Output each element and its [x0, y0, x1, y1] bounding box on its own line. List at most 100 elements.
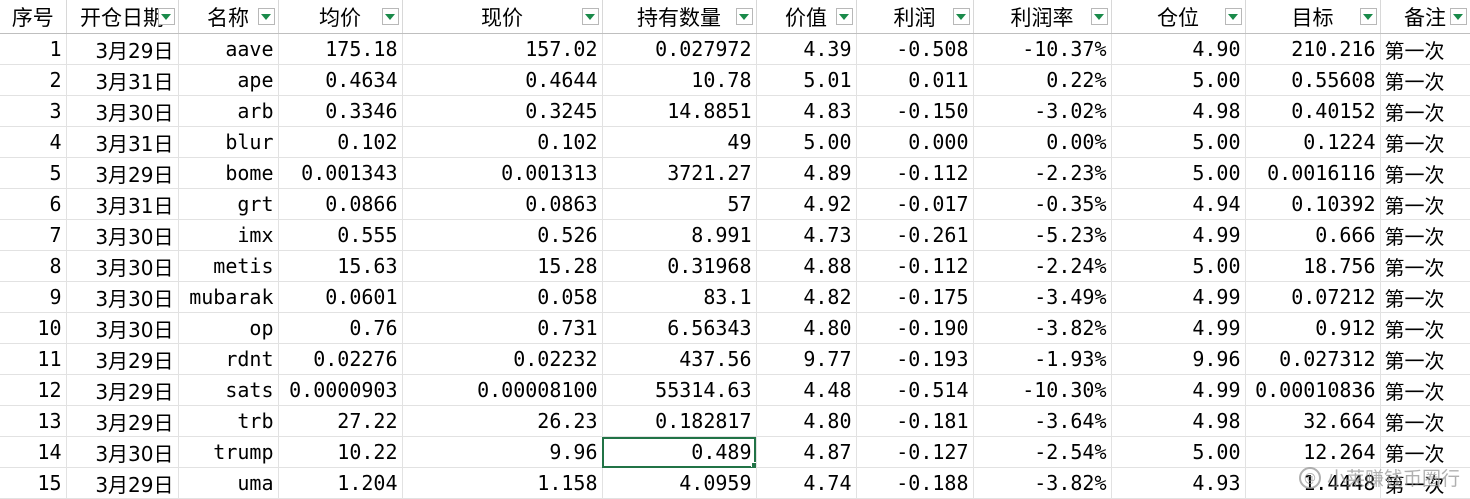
cell-note[interactable]: 第一次: [1380, 157, 1470, 189]
column-header-profit-rate[interactable]: 利润率: [973, 0, 1112, 34]
cell-profit-rate[interactable]: -3.64%: [973, 405, 1112, 437]
filter-dropdown-button[interactable]: [1359, 8, 1377, 25]
cell-index[interactable]: 6: [0, 188, 67, 220]
filter-dropdown-button[interactable]: [257, 8, 275, 25]
cell-value[interactable]: 4.39: [756, 33, 857, 65]
cell-avg-price[interactable]: 0.102: [278, 126, 403, 158]
cell-profit-rate[interactable]: -0.35%: [973, 188, 1112, 220]
cell-profit-rate[interactable]: -3.82%: [973, 312, 1112, 344]
cell-index[interactable]: 11: [0, 343, 67, 375]
cell-note[interactable]: 第一次: [1380, 95, 1470, 127]
cell-quantity[interactable]: 8.991: [602, 219, 757, 251]
cell-profit-rate[interactable]: -2.24%: [973, 250, 1112, 282]
cell-index[interactable]: 2: [0, 64, 67, 96]
filter-dropdown-button[interactable]: [381, 8, 399, 25]
cell-quantity[interactable]: 0.182817: [602, 405, 757, 437]
cell-note[interactable]: 第一次: [1380, 436, 1470, 468]
cell-index[interactable]: 4: [0, 126, 67, 158]
cell-profit[interactable]: -0.112: [856, 250, 974, 282]
cell-value[interactable]: 4.80: [756, 312, 857, 344]
cell-quantity[interactable]: 3721.27: [602, 157, 757, 189]
cell-avg-price[interactable]: 175.18: [278, 33, 403, 65]
cell-position[interactable]: 4.99: [1111, 312, 1246, 344]
filter-dropdown-button[interactable]: [157, 8, 175, 25]
cell-target[interactable]: 12.264: [1245, 436, 1381, 468]
cell-name[interactable]: arb: [178, 95, 279, 127]
cell-target[interactable]: 0.10392: [1245, 188, 1381, 220]
cell-target[interactable]: 0.912: [1245, 312, 1381, 344]
cell-avg-price[interactable]: 0.0601: [278, 281, 403, 313]
cell-target[interactable]: 18.756: [1245, 250, 1381, 282]
cell-quantity[interactable]: 83.1: [602, 281, 757, 313]
cell-profit[interactable]: -0.190: [856, 312, 974, 344]
cell-current-price[interactable]: 1.158: [402, 467, 603, 499]
cell-profit[interactable]: -0.188: [856, 467, 974, 499]
column-header-value[interactable]: 价值: [756, 0, 857, 34]
cell-open-date[interactable]: 3月30日: [66, 219, 179, 251]
cell-position[interactable]: 5.00: [1111, 436, 1246, 468]
cell-profit[interactable]: 0.000: [856, 126, 974, 158]
cell-avg-price[interactable]: 15.63: [278, 250, 403, 282]
cell-current-price[interactable]: 0.102: [402, 126, 603, 158]
cell-index[interactable]: 13: [0, 405, 67, 437]
cell-current-price[interactable]: 0.0863: [402, 188, 603, 220]
cell-quantity[interactable]: 0.489: [602, 436, 757, 468]
filter-dropdown-button[interactable]: [1224, 8, 1242, 25]
cell-profit-rate[interactable]: -1.93%: [973, 343, 1112, 375]
cell-profit-rate[interactable]: -10.30%: [973, 374, 1112, 406]
cell-open-date[interactable]: 3月31日: [66, 188, 179, 220]
column-header-avg-price[interactable]: 均价: [278, 0, 403, 34]
cell-index[interactable]: 12: [0, 374, 67, 406]
cell-name[interactable]: trump: [178, 436, 279, 468]
cell-avg-price[interactable]: 27.22: [278, 405, 403, 437]
cell-position[interactable]: 4.99: [1111, 374, 1246, 406]
cell-profit[interactable]: -0.150: [856, 95, 974, 127]
cell-note[interactable]: 第一次: [1380, 374, 1470, 406]
cell-name[interactable]: bome: [178, 157, 279, 189]
cell-avg-price[interactable]: 0.0866: [278, 188, 403, 220]
cell-quantity[interactable]: 437.56: [602, 343, 757, 375]
cell-target[interactable]: 32.664: [1245, 405, 1381, 437]
cell-position[interactable]: 4.93: [1111, 467, 1246, 499]
cell-name[interactable]: rdnt: [178, 343, 279, 375]
cell-name[interactable]: ape: [178, 64, 279, 96]
cell-avg-price[interactable]: 1.204: [278, 467, 403, 499]
cell-profit-rate[interactable]: -5.23%: [973, 219, 1112, 251]
cell-note[interactable]: 第一次: [1380, 405, 1470, 437]
cell-profit-rate[interactable]: -3.02%: [973, 95, 1112, 127]
cell-avg-price[interactable]: 0.0000903: [278, 374, 403, 406]
cell-value[interactable]: 5.01: [756, 64, 857, 96]
cell-current-price[interactable]: 26.23: [402, 405, 603, 437]
cell-value[interactable]: 4.88: [756, 250, 857, 282]
cell-index[interactable]: 3: [0, 95, 67, 127]
cell-value[interactable]: 4.82: [756, 281, 857, 313]
cell-profit[interactable]: -0.508: [856, 33, 974, 65]
column-header-profit[interactable]: 利润: [856, 0, 974, 34]
cell-avg-price[interactable]: 0.001343: [278, 157, 403, 189]
cell-profit[interactable]: -0.514: [856, 374, 974, 406]
cell-position[interactable]: 4.99: [1111, 219, 1246, 251]
cell-current-price[interactable]: 15.28: [402, 250, 603, 282]
cell-open-date[interactable]: 3月29日: [66, 157, 179, 189]
cell-position[interactable]: 4.98: [1111, 95, 1246, 127]
cell-quantity[interactable]: 0.027972: [602, 33, 757, 65]
cell-note[interactable]: 第一次: [1380, 312, 1470, 344]
cell-profit-rate[interactable]: -3.82%: [973, 467, 1112, 499]
cell-position[interactable]: 4.99: [1111, 281, 1246, 313]
column-header-target[interactable]: 目标: [1245, 0, 1381, 34]
cell-current-price[interactable]: 0.526: [402, 219, 603, 251]
cell-open-date[interactable]: 3月30日: [66, 312, 179, 344]
cell-target[interactable]: 0.40152: [1245, 95, 1381, 127]
column-header-name[interactable]: 名称: [178, 0, 279, 34]
cell-position[interactable]: 4.94: [1111, 188, 1246, 220]
cell-current-price[interactable]: 0.731: [402, 312, 603, 344]
cell-name[interactable]: uma: [178, 467, 279, 499]
cell-target[interactable]: 0.0016116: [1245, 157, 1381, 189]
cell-profit-rate[interactable]: 0.00%: [973, 126, 1112, 158]
cell-name[interactable]: grt: [178, 188, 279, 220]
cell-note[interactable]: 第一次: [1380, 33, 1470, 65]
cell-value[interactable]: 4.92: [756, 188, 857, 220]
cell-profit[interactable]: -0.181: [856, 405, 974, 437]
cell-position[interactable]: 4.98: [1111, 405, 1246, 437]
cell-value[interactable]: 4.89: [756, 157, 857, 189]
